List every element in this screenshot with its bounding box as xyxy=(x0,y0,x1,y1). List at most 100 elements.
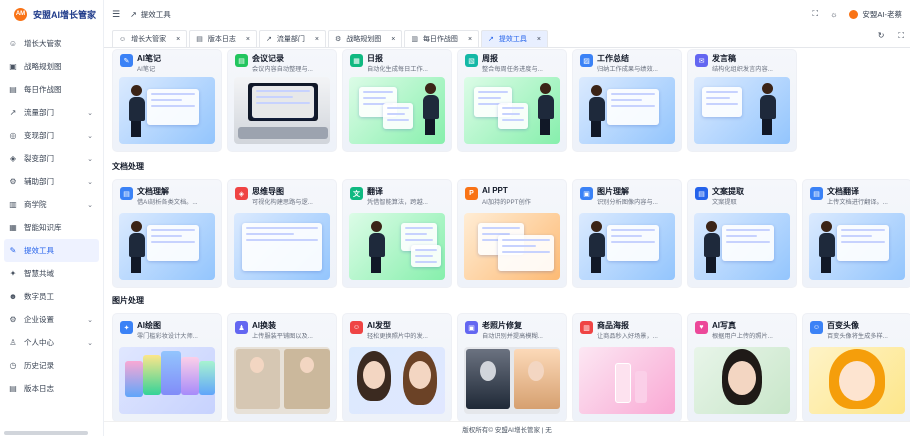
tool-card[interactable]: ☺ 百变头像 百变头像将生成多样... xyxy=(802,313,910,421)
menu-toggle-icon[interactable]: ☰ xyxy=(112,9,120,20)
tool-icon: ▥ xyxy=(580,321,593,334)
tab-2[interactable]: ↗ 流量部门 × xyxy=(258,30,326,47)
tab-4[interactable]: ▥ 每日作战图 × xyxy=(404,30,480,47)
close-icon[interactable]: × xyxy=(391,36,395,43)
tool-icon: 文 xyxy=(350,187,363,200)
chevron-down-icon: ⌄ xyxy=(87,201,93,209)
sidebar-item-7[interactable]: ▥ 商学院 ⌄ xyxy=(0,193,103,216)
tab-0[interactable]: ☺ 增长大管家 × xyxy=(112,30,188,47)
close-icon[interactable]: × xyxy=(468,36,472,43)
tool-card[interactable]: ▤ 文案提取 文案提取 xyxy=(687,179,797,288)
tool-title: AI PPT xyxy=(482,186,508,195)
tool-title: 翻译 xyxy=(367,187,383,196)
sidebar-item-6[interactable]: ⚙ 辅助部门 ⌄ xyxy=(0,170,103,193)
tool-illustration xyxy=(234,347,330,414)
tool-icon: ✦ xyxy=(120,321,133,334)
tool-card[interactable]: ▧ 周报 整合每周任务进度与... xyxy=(457,49,567,152)
tool-icon: ▤ xyxy=(810,187,823,200)
tool-description: 整合每周任务进度与... xyxy=(482,66,543,73)
tab-icon: ↗ xyxy=(488,36,494,43)
fullscreen-icon[interactable]: ⛶ xyxy=(812,9,818,19)
tool-card[interactable]: ♟ AI换装 上传服装平铺图以及... xyxy=(227,313,337,421)
tool-card[interactable]: ▨ 工作总结 归纳工作成果与绩效... xyxy=(572,49,682,152)
tool-card[interactable]: ▥ 商品海报 让商品秒入好场景，... xyxy=(572,313,682,421)
person-figure xyxy=(538,83,554,135)
app-logo[interactable]: AM 安盟AI增长管家 xyxy=(0,0,103,28)
tool-card[interactable]: ▤ 文档理解 借AI剖析各类文档。... xyxy=(112,179,222,288)
tab-label: 战略规划图 xyxy=(346,36,382,43)
tool-card[interactable]: 文翻译 凭借智能算法，跨越... xyxy=(342,179,452,288)
sidebar-item-13[interactable]: ♙ 个人中心 ⌄ xyxy=(0,331,103,354)
close-icon[interactable]: × xyxy=(176,36,180,43)
tool-illustration xyxy=(119,77,215,144)
sidebar-item-2[interactable]: ▤ 每日作战图 xyxy=(0,78,103,101)
sidebar-item-8[interactable]: ▦ 智能知识库 xyxy=(0,216,103,239)
person-figure xyxy=(129,221,145,273)
expand-icon[interactable]: ⛶ xyxy=(898,31,904,41)
tool-card[interactable]: ▦ 日报 自动化生成每日工作... xyxy=(342,49,452,152)
tool-card[interactable]: ▤ 文档翻译 上传文档进行翻译。... xyxy=(802,179,910,288)
tool-icon: ☺ xyxy=(810,321,823,334)
tool-card[interactable]: ▣ 图片理解 识别分析图像内容与... xyxy=(572,179,682,288)
sidebar-item-label: 每日作战图 xyxy=(24,85,62,94)
trend-icon: ↗ xyxy=(130,9,137,19)
tool-card[interactable]: ☺ AI发型 轻松更换照片中的发... xyxy=(342,313,452,421)
sidebar-item-5[interactable]: ◈ 裂变部门 ⌄ xyxy=(0,147,103,170)
tool-illustration xyxy=(464,77,560,144)
close-icon[interactable]: × xyxy=(537,36,541,43)
tool-title: AI绘图 xyxy=(137,321,161,330)
tool-title: 思维导图 xyxy=(252,187,284,196)
user-menu[interactable]: 安盟AI-老蔡 xyxy=(849,9,902,20)
sidebar-item-12[interactable]: ⚙ 企业设置 ⌄ xyxy=(0,308,103,331)
refresh-icon[interactable]: ↻ xyxy=(878,31,885,41)
theme-icon[interactable]: ☼ xyxy=(830,10,837,19)
tool-card[interactable]: ✎ AI笔记 AI笔记 xyxy=(112,49,222,152)
tool-title: 会议记录 xyxy=(252,54,284,63)
chevron-down-icon: ⌄ xyxy=(87,155,93,163)
sidebar-item-11[interactable]: ☻ 数字员工 xyxy=(0,285,103,308)
sidebar-scrollbar[interactable] xyxy=(4,431,88,435)
tool-description: 会议内容自动整理与... xyxy=(252,66,313,73)
tool-card[interactable]: ▣ 老照片修复 自动识别并提高模糊... xyxy=(457,313,567,421)
sidebar-item-3[interactable]: ↗ 流量部门 ⌄ xyxy=(0,101,103,124)
breadcrumb-current: 提效工具 xyxy=(140,9,171,19)
tool-icon: ☺ xyxy=(350,321,363,334)
app-name: 安盟AI增长管家 xyxy=(33,9,97,20)
sidebar-item-15[interactable]: ▤ 版本日志 xyxy=(0,377,103,400)
tool-grid: ✎ AI笔记 AI笔记 ▤ 会议记录 会议内容自动整理与... ▦ 日报 自动化生成每日工作..… xyxy=(112,49,797,152)
tool-illustration xyxy=(694,213,790,280)
tool-illustration xyxy=(809,213,905,280)
sidebar-item-label: 智慧共域 xyxy=(24,269,54,278)
tab-1[interactable]: ▤ 版本日志 × xyxy=(189,30,257,47)
tool-card[interactable]: ▤ 会议记录 会议内容自动整理与... xyxy=(227,49,337,152)
tool-icon: ▦ xyxy=(350,54,363,67)
tool-icon: ♥ xyxy=(695,321,708,334)
sidebar-item-4[interactable]: ◎ 变现部门 ⌄ xyxy=(0,124,103,147)
tool-title: 周报 xyxy=(482,54,498,63)
person-figure xyxy=(704,221,720,273)
tab-icon: ↗ xyxy=(265,36,272,43)
transform-icon: ◎ xyxy=(9,131,17,140)
personal-icon: ♙ xyxy=(9,338,17,347)
tab-5[interactable]: ↗ 提效工具 × xyxy=(481,30,548,47)
sidebar-item-9[interactable]: ✎ 提效工具 xyxy=(4,239,99,262)
sidebar-item-10[interactable]: ✦ 智慧共域 xyxy=(0,262,103,285)
tab-bar: ☺ 增长大管家 × ▤ 版本日志 × ↗ 流量部门 × ⚙ 战略规划图 × ▥ 每日作战图 × ↗ 提效工具 × … xyxy=(104,29,910,48)
tool-card[interactable]: ✉ 发言稿 结构化组织发言内容... xyxy=(687,49,797,152)
close-icon[interactable]: × xyxy=(315,36,319,43)
split-icon: ◈ xyxy=(9,154,17,163)
sidebar-item-1[interactable]: ▣ 战略规划图 xyxy=(0,55,103,78)
sidebar-item-label: 辅助部门 xyxy=(24,177,54,186)
tool-title: AI笔记 xyxy=(137,54,161,63)
tool-icon: ✎ xyxy=(9,246,17,255)
tool-illustration xyxy=(349,213,445,280)
sidebar-item-14[interactable]: ◷ 历史记录 xyxy=(0,354,103,377)
tool-description: 自动化生成每日工作... xyxy=(367,66,428,73)
close-icon[interactable]: × xyxy=(246,36,250,43)
tool-card[interactable]: ♥ AI写真 根据用户上传的照片... xyxy=(687,313,797,421)
tool-card[interactable]: P AI PPT AI加持的PPT创作 xyxy=(457,179,567,288)
tool-card[interactable]: ◈ 思维导图 可视化构建思路与逻... xyxy=(227,179,337,288)
tab-3[interactable]: ⚙ 战略规划图 × xyxy=(327,30,403,47)
tool-card[interactable]: ✦ AI绘图 零门槛彩妆设计大师... xyxy=(112,313,222,421)
sidebar-item-0[interactable]: ☺ 增长大管家 xyxy=(0,32,103,55)
